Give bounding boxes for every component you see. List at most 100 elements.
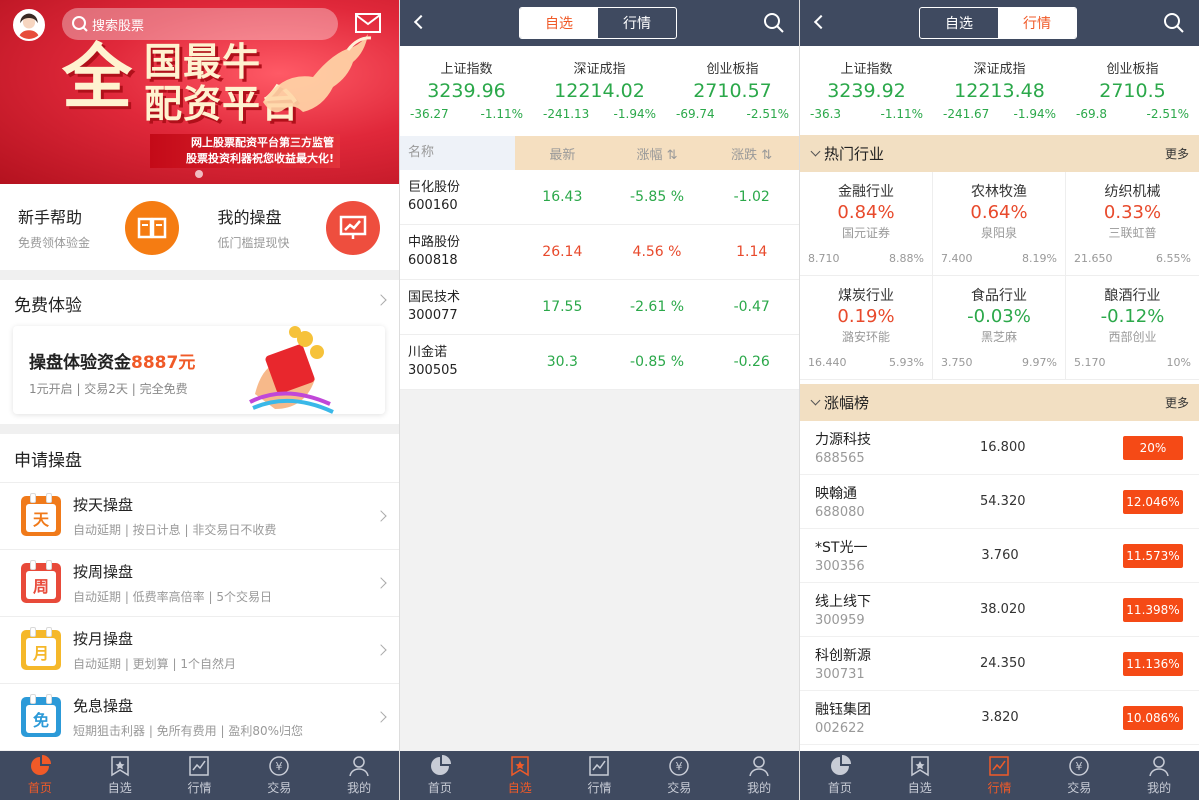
plan-daily[interactable]: 天 按天操盘 自动延期 | 按日计息 | 非交易日不收费	[0, 482, 399, 549]
plan-interest-free[interactable]: 免 免息操盘 短期狙击利器 | 免所有费用 | 盈利80%归您	[0, 683, 399, 750]
tab-trade[interactable]: ¥ 交易	[1039, 751, 1119, 800]
user-avatar[interactable]	[13, 9, 45, 41]
tab-market[interactable]: 行情	[560, 751, 640, 800]
table-row[interactable]: 巨化股份 600160 16.43 -5.85 % -1.02	[400, 170, 799, 225]
rank-title: 涨幅榜	[824, 394, 870, 412]
plan-monthly[interactable]: 月 按月操盘 自动延期 | 更划算 | 1个自然月	[0, 616, 399, 683]
hot-industry-header[interactable]: 热门行业 更多	[800, 135, 1199, 172]
index-sz[interactable]: 深证成指 12213.48 -241.67 -1.94%	[933, 46, 1066, 135]
segment-market[interactable]: 行情	[998, 8, 1076, 38]
tab-market[interactable]: 行情	[160, 751, 240, 800]
yen-icon: ¥	[1069, 756, 1090, 776]
stock-change: 1.14	[736, 244, 768, 260]
index-name: 创业板指	[1106, 62, 1159, 77]
stock-percent: -0.85 %	[630, 354, 684, 370]
back-icon[interactable]	[413, 14, 429, 30]
leader-percent: 8.19%	[1022, 252, 1057, 265]
trial-title-text: 操盘体验资金	[29, 353, 131, 373]
tab-watchlist[interactable]: 自选	[80, 751, 160, 800]
industry-cell[interactable]: 纺织机械 0.33% 三联虹普 21.650 6.55%	[1066, 172, 1199, 276]
tab-label: 我的	[347, 781, 372, 795]
carousel-dot[interactable]	[195, 170, 203, 178]
tab-watchlist[interactable]: 自选	[480, 751, 560, 800]
list-item[interactable]: 线上线下 300959 38.020 11.398%	[800, 583, 1199, 637]
industry-cell[interactable]: 农林牧渔 0.64% 泉阳泉 7.400 8.19%	[933, 172, 1066, 276]
list-item[interactable]: 融钰集团 002622 3.820 10.086%	[800, 691, 1199, 745]
stock-code: 600160	[408, 198, 458, 213]
trial-card[interactable]: 操盘体验资金8887元 1元开启 | 交易2天 | 完全免费	[13, 326, 385, 414]
plan-title: 按周操盘	[73, 563, 134, 581]
table-row[interactable]: 川金诺 300505 30.3 -0.85 % -0.26	[400, 335, 799, 390]
tab-me[interactable]: 我的	[319, 751, 399, 800]
quick-help[interactable]: 新手帮助 免费领体验金	[0, 184, 200, 270]
stock-change: -0.26	[733, 354, 770, 370]
tab-trade[interactable]: ¥ 交易	[639, 751, 719, 800]
leader-percent: 8.88%	[889, 252, 924, 265]
rank-list: 力源科技 688565 16.800 20% 映翰通 688080 54.320 12.04…	[800, 421, 1199, 745]
tab-home[interactable]: 首页	[800, 751, 880, 800]
free-trial-title[interactable]: 免费体验	[0, 280, 399, 326]
list-item[interactable]: 力源科技 688565 16.800 20%	[800, 421, 1199, 475]
tab-me[interactable]: 我的	[719, 751, 799, 800]
hot-industry-title: 热门行业	[824, 145, 885, 163]
tab-watchlist[interactable]: 自选	[880, 751, 960, 800]
industry-name: 煤炭行业	[838, 288, 894, 304]
segment-watchlist[interactable]: 自选	[520, 8, 598, 38]
tab-label: 自选	[907, 781, 932, 795]
chart-icon	[989, 756, 1010, 776]
search-icon[interactable]	[1163, 12, 1185, 34]
index-cyb[interactable]: 创业板指 2710.5 -69.8 -2.51%	[1066, 46, 1199, 135]
list-item[interactable]: 科创新源 300731 24.350 11.136%	[800, 637, 1199, 691]
tab-home[interactable]: 首页	[0, 751, 80, 800]
plan-weekly[interactable]: 周 按周操盘 自动延期 | 低费率高倍率 | 5个交易日	[0, 549, 399, 616]
header-change[interactable]: 涨跌 ⇅	[704, 144, 799, 163]
mail-icon[interactable]	[355, 12, 381, 34]
rank-price: 3.820	[981, 710, 1019, 725]
industry-cell[interactable]: 煤炭行业 0.19% 潞安环能 16.440 5.93%	[800, 276, 933, 380]
stock-change: -1.02	[733, 189, 770, 205]
market-screen: 自选 行情 上证指数 3239.92 -36.3 -1.11% 深证成指 12213.4…	[799, 0, 1199, 800]
rank-more-link[interactable]: 更多	[1165, 394, 1189, 411]
tab-label: 交易	[267, 781, 292, 795]
industry-grid: 金融行业 0.84% 国元证券 8.710 8.88% 农林牧渔 0.64% 泉阳泉 7.40…	[800, 172, 1199, 380]
promo-banner[interactable]: 搜索股票 全 国最牛 配资平台 网上股票配资平台第三方监管 股票投资利器祝您收益…	[0, 0, 399, 184]
index-value: 2710.5	[1099, 80, 1166, 102]
table-row[interactable]: 中路股份 600818 26.14 4.56 % 1.14	[400, 225, 799, 280]
segment-watchlist[interactable]: 自选	[920, 8, 998, 38]
table-row[interactable]: 国民技术 300077 17.55 -2.61 % -0.47	[400, 280, 799, 335]
industry-cell[interactable]: 食品行业 -0.03% 黑芝麻 3.750 9.97%	[933, 276, 1066, 380]
list-item[interactable]: 映翰通 688080 54.320 12.046%	[800, 475, 1199, 529]
plan-icon-char: 月	[26, 638, 56, 666]
plan-sub: 自动延期 | 按日计息 | 非交易日不收费	[73, 523, 277, 537]
tab-me[interactable]: 我的	[1119, 751, 1199, 800]
quick-my-trading[interactable]: 我的操盘 低门槛提现快	[200, 184, 400, 270]
index-sh[interactable]: 上证指数 3239.92 -36.3 -1.11%	[800, 46, 933, 135]
industry-cell[interactable]: 金融行业 0.84% 国元证券 8.710 8.88%	[800, 172, 933, 276]
rank-header[interactable]: 涨幅榜 更多	[800, 384, 1199, 421]
tab-home[interactable]: 首页	[400, 751, 480, 800]
rank-code: 300959	[815, 613, 865, 628]
industry-leader: 潞安环能	[841, 330, 890, 344]
stock-percent: -5.85 %	[630, 189, 684, 205]
list-item[interactable]: *ST光一 300356 3.760 11.573%	[800, 529, 1199, 583]
index-name: 创业板指	[706, 62, 759, 77]
industry-cell[interactable]: 酿酒行业 -0.12% 西部创业 5.170 10%	[1066, 276, 1199, 380]
index-cyb[interactable]: 创业板指 2710.57 -69.74 -2.51%	[666, 46, 799, 136]
hot-more-link[interactable]: 更多	[1165, 145, 1189, 162]
industry-name: 农林牧渔	[971, 184, 1027, 200]
chart-icon	[589, 756, 610, 776]
industry-percent: 0.64%	[970, 202, 1028, 223]
tab-trade[interactable]: ¥ 交易	[239, 751, 319, 800]
segment-market[interactable]: 行情	[598, 8, 676, 38]
rank-percent-badge: 11.136%	[1123, 652, 1183, 676]
back-icon[interactable]	[813, 14, 829, 30]
index-sh[interactable]: 上证指数 3239.96 -36.27 -1.11%	[400, 46, 533, 136]
tab-market[interactable]: 行情	[960, 751, 1040, 800]
rank-price: 3.760	[981, 548, 1019, 563]
user-icon	[1149, 756, 1169, 777]
index-sz[interactable]: 深证成指 12214.02 -241.13 -1.94%	[533, 46, 666, 136]
search-icon[interactable]	[763, 12, 785, 34]
header-percent[interactable]: 涨幅 ⇅	[610, 144, 705, 163]
leader-price: 5.170	[1074, 356, 1106, 369]
index-name: 上证指数	[840, 62, 893, 77]
